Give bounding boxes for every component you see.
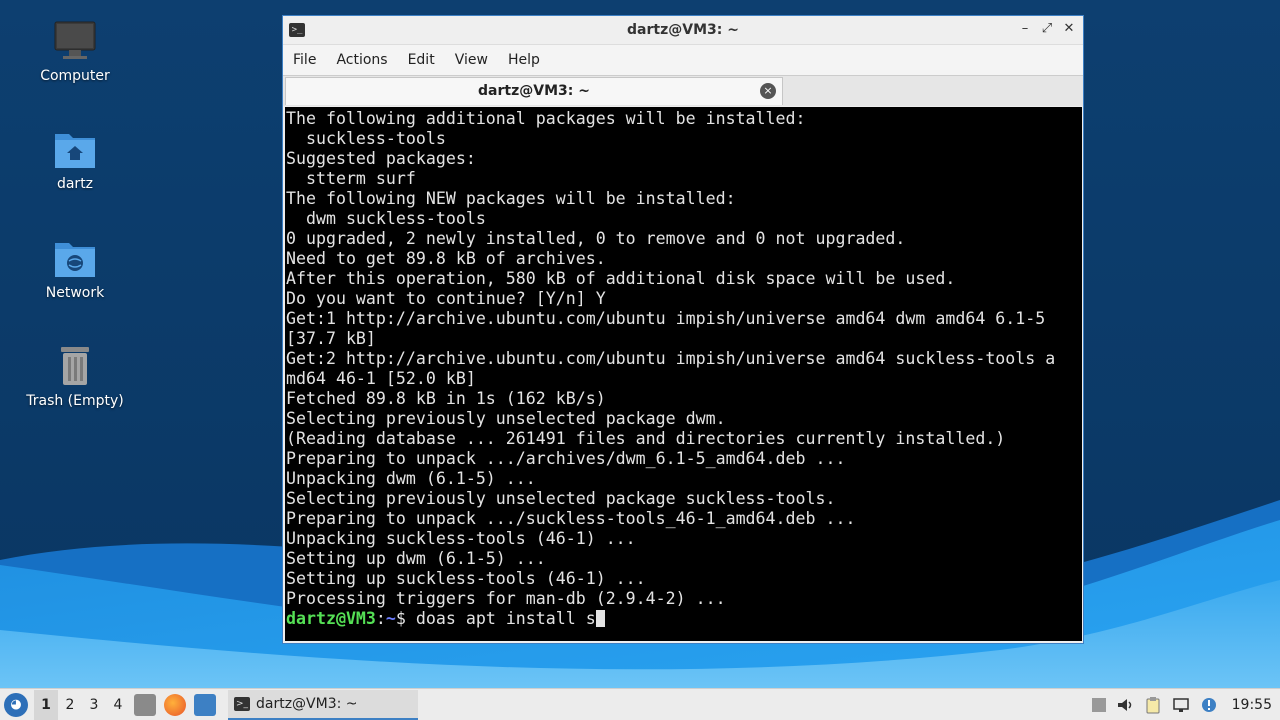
tabbar: dartz@VM3: ~ × bbox=[283, 75, 1083, 106]
workspace-2[interactable]: 2 bbox=[58, 690, 82, 720]
terminal-line: Selecting previously unselected package … bbox=[286, 489, 836, 508]
terminal-line: md64 46-1 [52.0 kB] bbox=[286, 369, 476, 388]
prompt-user: dartz@VM3 bbox=[286, 609, 376, 628]
network-icon[interactable] bbox=[1172, 696, 1190, 714]
menubar: File Actions Edit View Help bbox=[283, 44, 1083, 75]
prompt-path: ~ bbox=[385, 609, 396, 628]
minimize-button[interactable]: – bbox=[1017, 20, 1033, 38]
firefox-icon[interactable] bbox=[164, 693, 186, 716]
desktop-icon-label: dartz bbox=[56, 176, 94, 192]
terminal-text: The following additional packages will b… bbox=[285, 107, 1082, 629]
command-input: doas apt install s bbox=[415, 609, 596, 628]
menu-help[interactable]: Help bbox=[498, 52, 550, 68]
system-tray: 19:55 bbox=[1091, 689, 1272, 720]
terminal-window: >_ dartz@VM3: ~ – ⤢ ✕ File Actions Edit … bbox=[282, 15, 1084, 644]
menu-edit[interactable]: Edit bbox=[398, 52, 445, 68]
terminal-line: Fetched 89.8 kB in 1s (162 kB/s) bbox=[286, 389, 606, 408]
desktop-icon-label: Trash (Empty) bbox=[26, 393, 124, 409]
terminal-line: Preparing to unpack .../suckless-tools_4… bbox=[286, 509, 856, 528]
taskbar-task-terminal[interactable]: >_ dartz@VM3: ~ bbox=[228, 689, 418, 720]
terminal-line: Get:2 http://archive.ubuntu.com/ubuntu i… bbox=[286, 349, 1056, 368]
maximize-button[interactable]: ⤢ bbox=[1039, 20, 1055, 38]
tab-close-icon[interactable]: × bbox=[760, 83, 776, 99]
terminal-line: stterm surf bbox=[286, 169, 416, 188]
desktop-icon-label: Network bbox=[45, 285, 105, 301]
indicator-icon[interactable] bbox=[1091, 697, 1106, 712]
desktop-icon-label: Computer bbox=[40, 68, 110, 84]
menu-view[interactable]: View bbox=[445, 52, 498, 68]
taskbar: ◕ 1 2 3 4 >_ dartz@VM3: ~ 19:55 bbox=[0, 688, 1280, 720]
home-folder-icon bbox=[53, 128, 97, 172]
terminal-line: 0 upgraded, 2 newly installed, 0 to remo… bbox=[286, 229, 906, 248]
workspace-4[interactable]: 4 bbox=[106, 690, 130, 720]
terminal-line: Processing triggers for man-db (2.9.4-2)… bbox=[286, 589, 726, 608]
clipboard-icon[interactable] bbox=[1144, 696, 1162, 714]
desktop-icon-computer[interactable]: Computer bbox=[20, 20, 130, 84]
terminal-icon: >_ bbox=[289, 23, 305, 37]
desktop-icon-home[interactable]: dartz bbox=[20, 128, 130, 192]
terminal-line: Unpacking dwm (6.1-5) ... bbox=[286, 469, 536, 488]
tab-label: dartz@VM3: ~ bbox=[478, 83, 590, 99]
desktop-icon-network[interactable]: Network bbox=[20, 237, 130, 301]
terminal-line: The following NEW packages will be insta… bbox=[286, 189, 736, 208]
computer-icon bbox=[53, 20, 97, 64]
menu-actions[interactable]: Actions bbox=[326, 52, 397, 68]
terminal-line: Selecting previously unselected package … bbox=[286, 409, 726, 428]
prompt-separator: : bbox=[375, 609, 386, 628]
taskbar-task-label: dartz@VM3: ~ bbox=[256, 695, 358, 712]
terminal-line: (Reading database ... 261491 files and d… bbox=[286, 429, 1006, 448]
terminal-line: Setting up suckless-tools (46-1) ... bbox=[286, 569, 646, 588]
terminal-line: Need to get 89.8 kB of archives. bbox=[286, 249, 606, 268]
network-folder-icon bbox=[53, 237, 97, 281]
file-manager-icon[interactable] bbox=[134, 693, 156, 716]
workspace-3[interactable]: 3 bbox=[82, 690, 106, 720]
terminal-line: dwm suckless-tools bbox=[286, 209, 486, 228]
terminal-line: suckless-tools bbox=[286, 129, 446, 148]
trash-icon bbox=[53, 345, 97, 389]
workspace-1[interactable]: 1 bbox=[34, 689, 58, 720]
terminal-icon: >_ bbox=[234, 696, 250, 711]
terminal-output[interactable]: The following additional packages will b… bbox=[285, 107, 1082, 641]
terminal-line: Get:1 http://archive.ubuntu.com/ubuntu i… bbox=[286, 309, 1046, 328]
terminal-line: Setting up dwm (6.1-5) ... bbox=[286, 549, 546, 568]
prompt-symbol: $ bbox=[395, 609, 416, 628]
menu-file[interactable]: File bbox=[283, 52, 326, 68]
desktop-icon-trash[interactable]: Trash (Empty) bbox=[20, 345, 130, 409]
tab-terminal[interactable]: dartz@VM3: ~ × bbox=[285, 77, 783, 105]
terminal-line: Suggested packages: bbox=[286, 149, 476, 168]
terminal-line: Do you want to continue? [Y/n] Y bbox=[286, 289, 606, 308]
start-menu-icon[interactable]: ◕ bbox=[4, 692, 28, 717]
window-titlebar[interactable]: >_ dartz@VM3: ~ – ⤢ ✕ bbox=[283, 16, 1083, 44]
terminal-line: The following additional packages will b… bbox=[286, 109, 806, 128]
terminal-line: [37.7 kB] bbox=[286, 329, 376, 348]
desktop-icon[interactable] bbox=[194, 693, 216, 716]
notification-icon[interactable] bbox=[1200, 696, 1218, 714]
close-button[interactable]: ✕ bbox=[1061, 20, 1077, 38]
terminal-line: Unpacking suckless-tools (46-1) ... bbox=[286, 529, 636, 548]
terminal-line: Preparing to unpack .../archives/dwm_6.1… bbox=[286, 449, 846, 468]
clock[interactable]: 19:55 bbox=[1232, 697, 1272, 713]
window-title: dartz@VM3: ~ bbox=[627, 22, 739, 38]
terminal-cursor bbox=[595, 610, 605, 627]
terminal-line: After this operation, 580 kB of addition… bbox=[286, 269, 956, 288]
volume-icon[interactable] bbox=[1116, 696, 1134, 714]
